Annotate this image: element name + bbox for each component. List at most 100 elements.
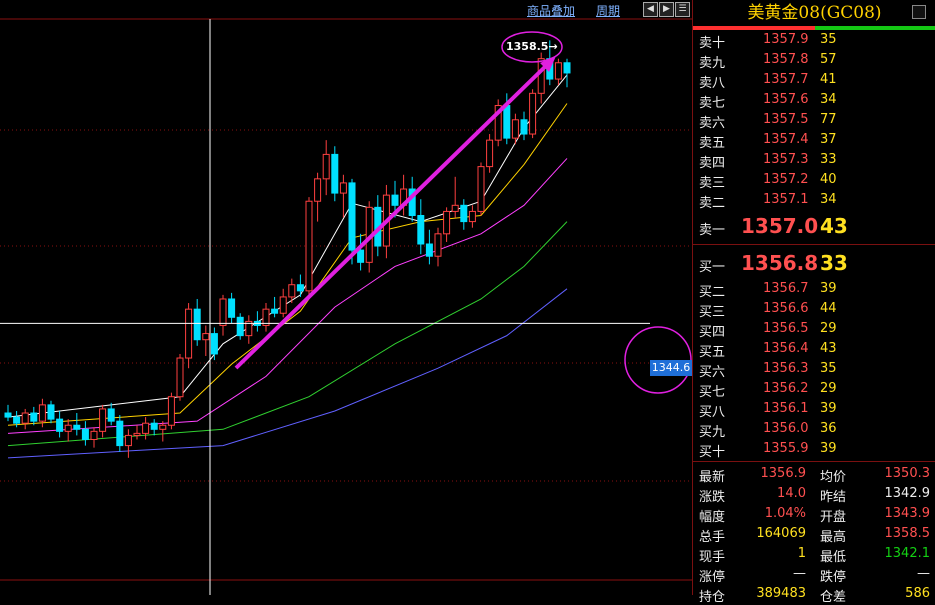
menu-icon[interactable]: ☰ xyxy=(675,2,690,17)
candle-up xyxy=(133,432,141,436)
stat-row: 现手 1 最低 1342.1 xyxy=(693,544,935,565)
period-link[interactable]: 周期 xyxy=(596,2,620,19)
bid-row[interactable]: 买四 1356.5 29 xyxy=(693,319,935,340)
candle-up xyxy=(142,422,150,434)
level-label: 卖三 xyxy=(699,176,726,191)
candle-down xyxy=(391,194,399,206)
level-label: 买六 xyxy=(699,365,726,380)
ask-row[interactable]: 卖六 1357.5 77 xyxy=(693,110,935,131)
level-label: 卖九 xyxy=(699,56,726,71)
level-label: 买八 xyxy=(699,405,726,420)
candle-down xyxy=(73,424,81,430)
divider xyxy=(693,244,935,245)
candle-down xyxy=(150,422,158,430)
bid-row[interactable]: 买十 1355.9 39 xyxy=(693,439,935,460)
level-volume: 44 xyxy=(820,301,837,316)
candle-up xyxy=(305,200,313,292)
level-price: 1356.5 xyxy=(763,321,809,336)
candle-down xyxy=(193,308,201,341)
level-price: 1356.4 xyxy=(763,341,809,356)
level-price: 1357.5 xyxy=(763,112,809,127)
trend-arrow xyxy=(234,58,554,370)
candle-down xyxy=(460,204,468,223)
bid-row[interactable]: 买三 1356.6 44 xyxy=(693,299,935,320)
ask-row[interactable]: 卖三 1357.2 40 xyxy=(693,170,935,191)
stat-label: 现手 xyxy=(699,550,726,565)
level-price: 1356.8 xyxy=(741,251,819,275)
ask-row[interactable]: 卖四 1357.3 33 xyxy=(693,150,935,171)
stat-label: 昨结 xyxy=(820,490,847,505)
stat-row: 总手 164069 最高 1358.5 xyxy=(693,524,935,545)
level-label: 买三 xyxy=(699,305,726,320)
level-label: 卖八 xyxy=(699,76,726,91)
level-price: 1357.0 xyxy=(741,214,819,238)
bid-row[interactable]: 买二 1356.7 39 xyxy=(693,279,935,300)
bid-row[interactable]: 买一 1356.8 33 xyxy=(693,247,935,279)
bid-row[interactable]: 买七 1356.2 29 xyxy=(693,379,935,400)
panel-menu-icon[interactable] xyxy=(912,5,926,19)
stat-value: 389483 xyxy=(756,586,806,601)
level-volume: 43 xyxy=(820,341,837,356)
bid-row[interactable]: 买八 1356.1 39 xyxy=(693,399,935,420)
ask-row[interactable]: 卖九 1357.8 57 xyxy=(693,50,935,71)
stat-label: 均价 xyxy=(820,470,847,485)
candle-down xyxy=(116,420,124,447)
level-label: 卖一 xyxy=(699,223,726,238)
candle-down xyxy=(425,243,433,257)
divider xyxy=(693,461,935,462)
candle-up xyxy=(176,357,184,398)
panel-title-bar: 美黄金08(GC08) xyxy=(693,0,935,26)
candle-up xyxy=(434,233,442,257)
level-label: 买十 xyxy=(699,445,726,460)
ma10-line xyxy=(7,103,568,426)
stat-label: 开盘 xyxy=(820,510,847,525)
candle-down xyxy=(236,316,244,337)
ask-row[interactable]: 卖十 1357.9 35 xyxy=(693,30,935,51)
stat-label: 持仓 xyxy=(699,590,726,605)
level-volume: 34 xyxy=(820,92,837,107)
level-volume: 35 xyxy=(820,32,837,47)
stat-label: 最低 xyxy=(820,550,847,565)
nav-right-icon[interactable]: ▶ xyxy=(659,2,674,17)
stat-label: 跌停 xyxy=(820,570,847,585)
bid-list: 买一 1356.8 33 买二 1356.7 39 买三 1356.6 44 买四 1356.5 29… xyxy=(693,247,935,460)
level-price: 1356.6 xyxy=(763,301,809,316)
stat-label: 仓差 xyxy=(820,590,847,605)
level-volume: 77 xyxy=(820,112,837,127)
bid-row[interactable]: 买五 1356.4 43 xyxy=(693,339,935,360)
candle-down xyxy=(47,404,55,420)
kline-chart[interactable]: 商品叠加 周期 ◀ ▶ ☰ 1358.5→ 1344.6 xyxy=(0,0,692,595)
level-price: 1356.7 xyxy=(763,281,809,296)
ask-row[interactable]: 卖五 1357.4 37 xyxy=(693,130,935,151)
level-label: 买四 xyxy=(699,325,726,340)
candle-down xyxy=(107,408,115,422)
ask-row[interactable]: 卖七 1357.6 34 xyxy=(693,90,935,111)
stat-row: 持仓 389483 仓差 586 xyxy=(693,584,935,605)
stat-row: 幅度 1.04% 开盘 1343.9 xyxy=(693,504,935,525)
ask-row[interactable]: 卖二 1357.1 34 xyxy=(693,190,935,211)
bid-row[interactable]: 买六 1356.3 35 xyxy=(693,359,935,380)
level-label: 卖七 xyxy=(699,96,726,111)
candle-down xyxy=(417,214,425,245)
candle-up xyxy=(159,424,167,430)
contract-title: 美黄金08(GC08) xyxy=(747,3,882,23)
candle-down xyxy=(56,418,64,432)
stat-value: 1342.1 xyxy=(884,546,931,561)
ask-row[interactable]: 卖一 1357.0 43 xyxy=(693,210,935,242)
candle-up xyxy=(477,166,485,212)
candle-down xyxy=(228,298,236,318)
candle-down xyxy=(13,416,21,424)
candle-up xyxy=(219,298,227,326)
ask-row[interactable]: 卖八 1357.7 41 xyxy=(693,70,935,91)
level-label: 买一 xyxy=(699,260,726,275)
level-price: 1356.0 xyxy=(763,421,809,436)
overlay-link[interactable]: 商品叠加 xyxy=(527,2,575,19)
candle-down xyxy=(348,182,356,251)
stat-value: 1356.9 xyxy=(760,466,807,481)
level-volume: 35 xyxy=(820,361,837,376)
candle-down xyxy=(520,119,528,135)
level-label: 卖二 xyxy=(699,196,726,211)
stat-value: 1358.5 xyxy=(884,526,931,541)
bid-row[interactable]: 买九 1356.0 36 xyxy=(693,419,935,440)
nav-left-icon[interactable]: ◀ xyxy=(643,2,658,17)
